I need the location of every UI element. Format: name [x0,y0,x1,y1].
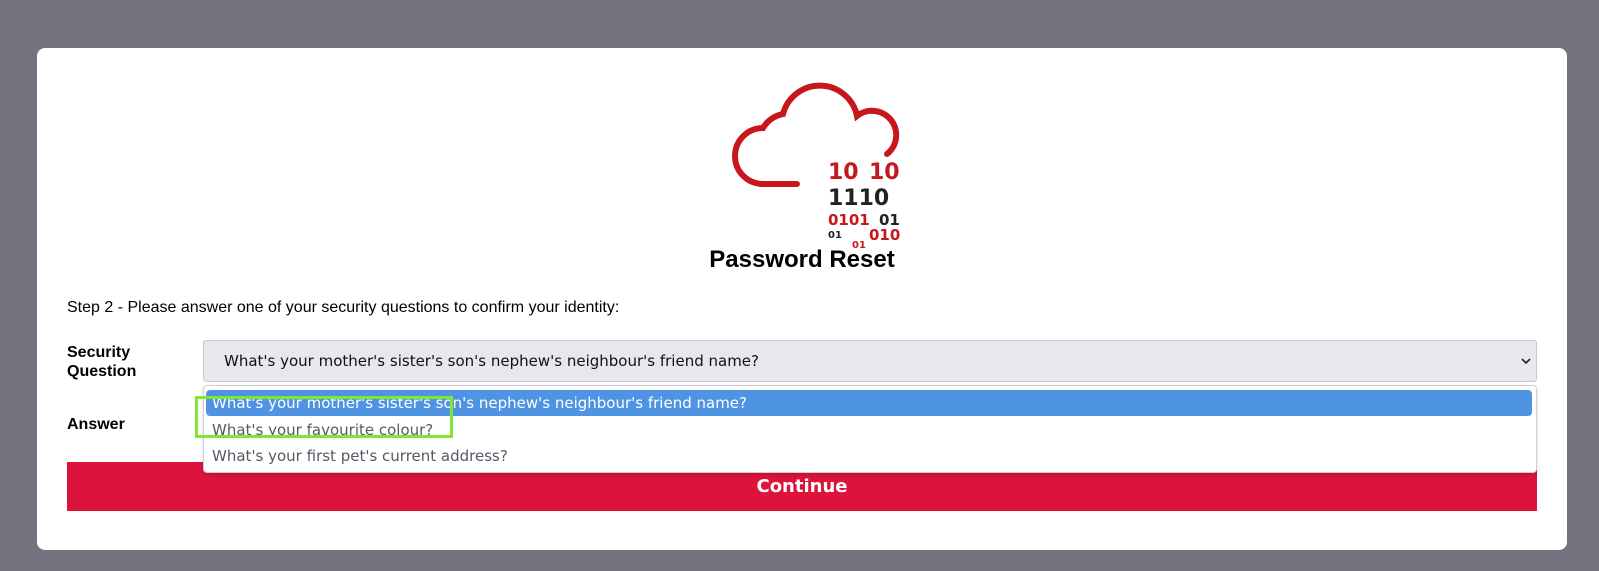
dropdown-option[interactable]: What's your first pet's current address? [206,443,1532,469]
logo-digit: 010 [869,226,900,244]
security-question-dropdown: What's your mother's sister's son's neph… [203,385,1537,473]
logo-digit: 10 [869,160,900,185]
selected-question-value: What's your mother's sister's son's neph… [224,352,759,370]
page-title: Password Reset [709,246,895,273]
security-question-select[interactable]: What's your mother's sister's son's neph… [203,340,1537,382]
cloud-binary-logo: 10 10 1110 0101 01 01 01 010 [723,70,923,260]
chevron-down-icon [1521,358,1531,365]
password-reset-card: 10 10 1110 0101 01 01 01 010 Password Re… [37,48,1567,550]
step-instructions: Step 2 - Please answer one of your secur… [67,299,620,316]
dropdown-option[interactable]: What's your mother's sister's son's neph… [206,390,1532,416]
security-question-label: Security Question [67,344,137,380]
answer-label: Answer [67,416,125,433]
logo-digit: 1110 [828,186,889,211]
logo-digit: 0101 [828,211,870,229]
dropdown-option[interactable]: What's your favourite colour? [206,417,1532,443]
logo-digit: 01 [828,230,842,241]
logo-digit: 10 [828,160,859,185]
